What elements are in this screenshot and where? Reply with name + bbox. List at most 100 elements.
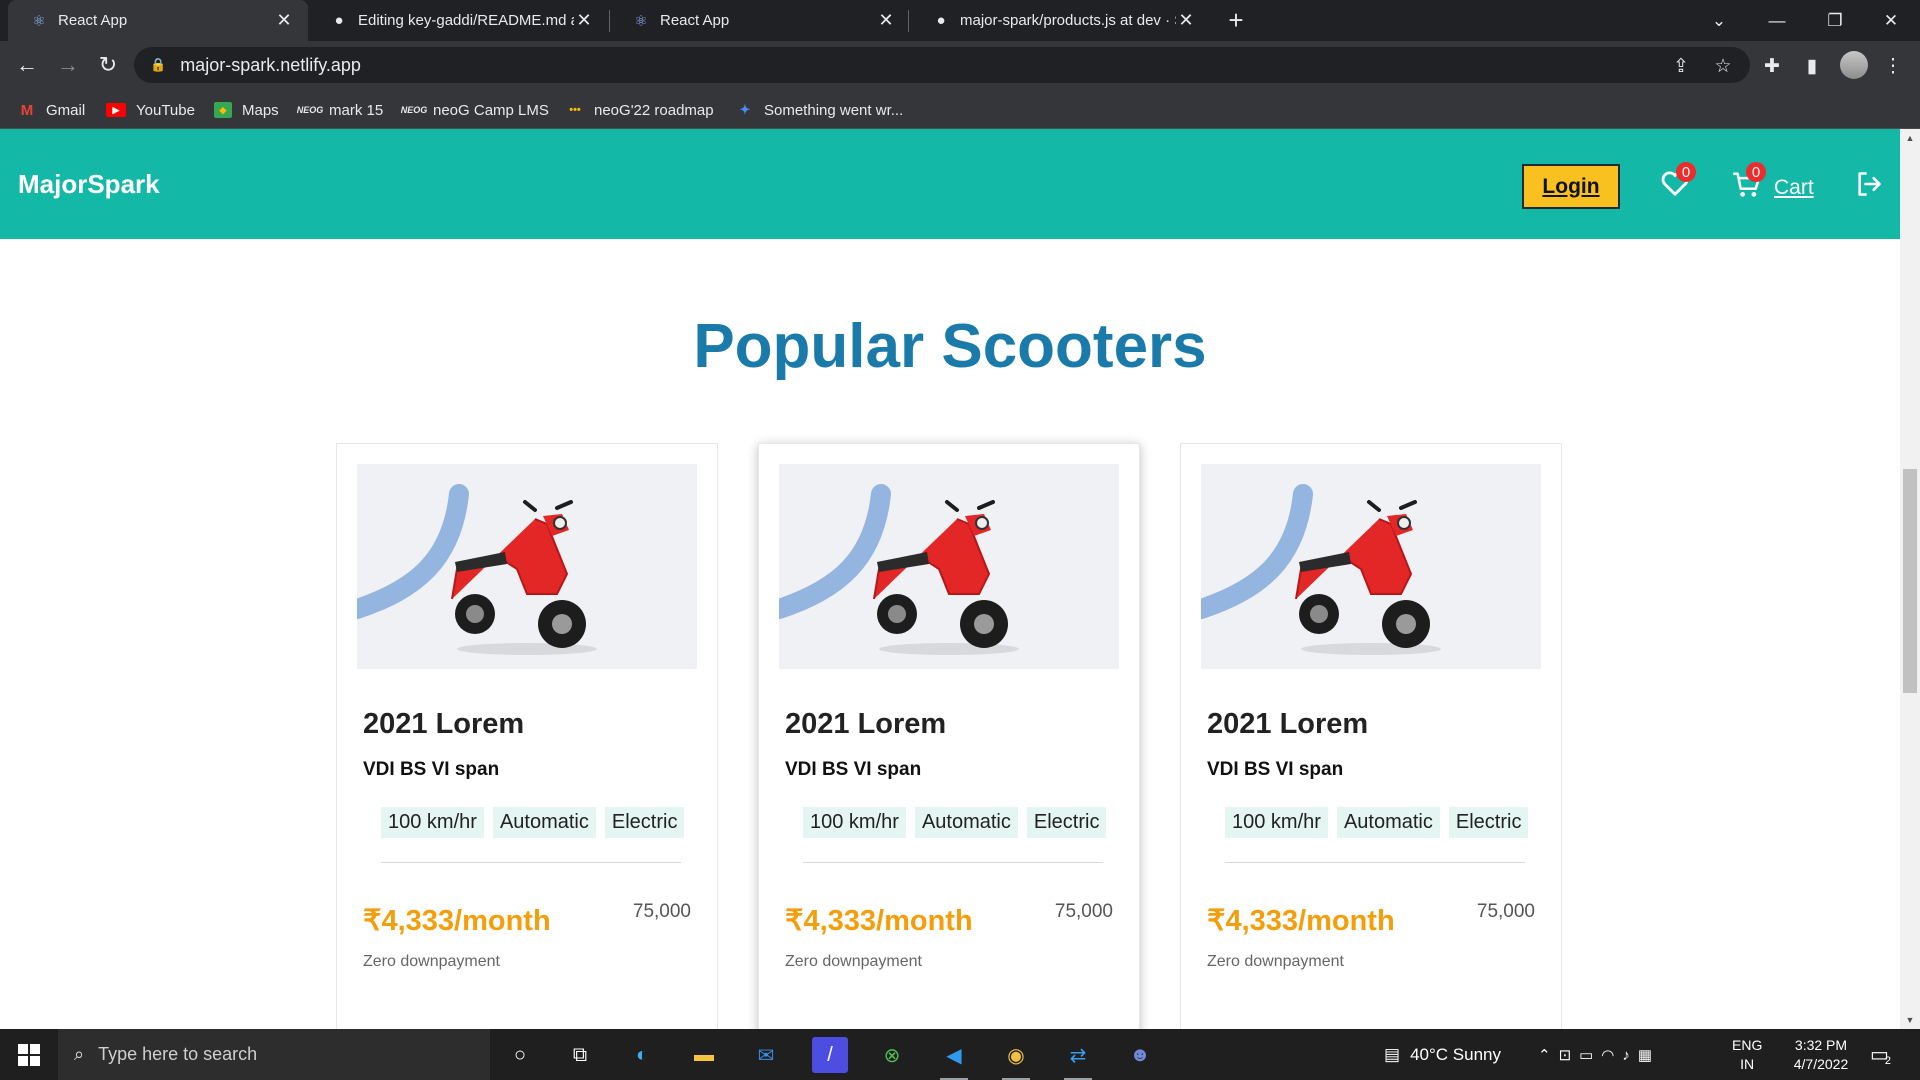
divider <box>1225 862 1525 863</box>
weather-icon: ▤ <box>1384 1044 1401 1064</box>
tab-search-icon[interactable]: ⌄ <box>1690 0 1748 41</box>
bookmark-mark-15[interactable]: NEOG mark 15 <box>297 99 383 121</box>
scrollbar-thumb[interactable] <box>1903 469 1917 693</box>
spec-speed: 100 km/hr <box>1225 807 1328 838</box>
cart-icon[interactable]: 0 <box>1732 162 1766 199</box>
spec-chips: 100 km/hr Automatic Electric <box>803 807 1107 838</box>
menu-icon[interactable]: ⋮ <box>1880 53 1906 79</box>
mail-icon[interactable]: ✉ <box>748 1037 784 1073</box>
product-card[interactable]: 2021 Lorem VDI BS VI span 100 km/hr Auto… <box>758 443 1140 1029</box>
react-icon: ⚛ <box>32 12 46 30</box>
notification-center-icon[interactable]: ▭ 2 <box>1870 1029 1891 1080</box>
weather-widget[interactable]: ▤ 40°C Sunny <box>1384 1029 1501 1080</box>
bookmark-star-icon[interactable]: ☆ <box>1710 53 1736 79</box>
browser-toolbar: ← → ↻ 🔒 major-spark.netlify.app ⇪ ☆ ✚ ▮ … <box>0 41 1920 89</box>
task-view-icon[interactable]: ⧉ <box>562 1037 598 1073</box>
extensions-icon[interactable]: ✚ <box>1759 53 1785 79</box>
page-scrollbar[interactable]: ▲ ▼ <box>1900 129 1920 1029</box>
spec-speed: 100 km/hr <box>803 807 906 838</box>
wishlist-count-badge: 0 <box>1676 162 1696 182</box>
close-icon[interactable]: ✕ <box>274 10 294 31</box>
browser-tab-strip: ⚛ React App ✕ ● Editing key-gaddi/README… <box>0 0 1920 41</box>
tab-react-app-1[interactable]: ⚛ React App ✕ <box>8 0 308 41</box>
bookmark-label: neoG'22 roadmap <box>594 101 714 119</box>
close-icon[interactable]: ✕ <box>876 10 896 31</box>
weather-text: 40°C Sunny <box>1410 1044 1501 1064</box>
address-bar[interactable]: 🔒 major-spark.netlify.app <box>134 47 1750 83</box>
github-icon: ● <box>936 12 946 29</box>
search-placeholder: Type here to search <box>98 1044 258 1064</box>
bookmark-label: YouTube <box>136 101 195 119</box>
product-card[interactable]: 2021 Lorem VDI BS VI span 100 km/hr Auto… <box>1180 443 1562 1029</box>
side-panel-icon[interactable]: ▮ <box>1799 53 1825 79</box>
scroll-up-icon[interactable]: ▲ <box>1905 133 1915 143</box>
tab-title: React App <box>58 12 128 29</box>
full-price: 75,000 <box>1476 901 1535 922</box>
bookmark-label: Something went wr... <box>764 101 904 119</box>
full-price: 75,000 <box>1054 901 1113 922</box>
close-icon[interactable]: ✕ <box>574 10 594 31</box>
github-icon: ● <box>334 12 344 29</box>
downpayment-note: Zero downpayment <box>1207 953 1344 970</box>
bookmark-youtube[interactable]: ▶ YouTube <box>106 99 195 121</box>
bookmark-maps[interactable]: ◆ Maps <box>214 99 279 121</box>
clock[interactable]: 3:32 PM 4/7/2022 <box>1776 1029 1866 1080</box>
bookmark-something-went-wrong[interactable]: ✦ Something went wr... <box>736 99 904 121</box>
app-icon[interactable]: / <box>812 1037 848 1073</box>
full-price: 75,000 <box>632 901 691 922</box>
downpayment-note: Zero downpayment <box>363 953 500 970</box>
close-icon[interactable]: ✕ <box>1176 10 1196 31</box>
back-icon[interactable]: ← <box>13 51 41 79</box>
file-explorer-icon[interactable]: ▬ <box>686 1037 722 1073</box>
xbox-icon[interactable]: ⊗ <box>874 1037 910 1073</box>
site-navbar: MajorSpark Login 0 0 Cart <box>0 129 1900 239</box>
scroll-down-icon[interactable]: ▼ <box>1905 1015 1915 1025</box>
vscode-icon[interactable]: ◀ <box>936 1037 972 1080</box>
bookmark-neog-camp-lms[interactable]: NEOG neoG Camp LMS <box>401 99 549 121</box>
bookmark-neog-roadmap[interactable]: ••• neoG'22 roadmap <box>566 99 714 121</box>
tab-react-app-2[interactable]: ⚛ React App ✕ <box>610 0 910 41</box>
scooter-image <box>357 464 697 669</box>
url-text: major-spark.netlify.app <box>180 54 361 75</box>
divider <box>381 862 681 863</box>
chrome-icon[interactable]: ◉ <box>998 1037 1034 1080</box>
new-tab-button[interactable]: + <box>1222 7 1250 35</box>
spec-chips: 100 km/hr Automatic Electric <box>1225 807 1529 838</box>
product-card[interactable]: 2021 Lorem VDI BS VI span 100 km/hr Auto… <box>336 443 718 1029</box>
tab-title: major-spark/products.js at dev · S <box>960 12 1176 29</box>
taskbar-search[interactable]: ⌕ Type here to search <box>58 1029 490 1080</box>
spec-fuel: Electric <box>1026 807 1107 838</box>
dots-icon: ••• <box>569 104 581 116</box>
window-close-icon[interactable]: ✕ <box>1862 0 1920 41</box>
edge-icon[interactable]: ◐ <box>624 1037 660 1073</box>
wishlist-heart-icon[interactable]: 0 <box>1660 162 1696 197</box>
restore-icon[interactable]: ❐ <box>1806 0 1864 41</box>
login-button[interactable]: Login <box>1522 164 1620 209</box>
teamviewer-icon[interactable]: ⇄ <box>1060 1037 1096 1080</box>
bookmark-gmail[interactable]: M Gmail <box>18 99 85 121</box>
share-icon[interactable]: ⇪ <box>1668 53 1694 79</box>
notification-count: 2 <box>1884 1054 1892 1067</box>
profile-avatar[interactable] <box>1840 51 1868 79</box>
tab-editing-readme[interactable]: ● Editing key-gaddi/README.md a ✕ <box>308 0 608 41</box>
tab-title: React App <box>660 12 730 29</box>
language-indicator[interactable]: ENG IN <box>1732 1029 1762 1080</box>
system-tray-icons[interactable]: ⌃⊡▭◠♪▦ <box>1538 1029 1660 1080</box>
forward-icon[interactable]: → <box>54 51 82 79</box>
minimize-icon[interactable]: — <box>1748 0 1806 41</box>
product-title: 2021 Lorem <box>1207 708 1369 740</box>
discord-icon[interactable]: ☻ <box>1122 1037 1158 1073</box>
section-title: Popular Scooters <box>693 312 1207 381</box>
product-subtitle: VDI BS VI span <box>363 759 500 780</box>
cortana-icon[interactable]: ○ <box>502 1037 538 1073</box>
tab-separator <box>908 10 909 32</box>
bookmarks-bar: M Gmail ▶ YouTube ◆ Maps NEOG mark 15 NE… <box>0 89 1920 129</box>
tab-products-js[interactable]: ● major-spark/products.js at dev · S ✕ <box>910 0 1210 41</box>
scooter-image <box>779 464 1119 669</box>
brand-logo[interactable]: MajorSpark <box>18 169 160 200</box>
react-icon: ⚛ <box>634 12 648 30</box>
logout-icon[interactable] <box>1855 170 1883 198</box>
windows-start-icon[interactable] <box>0 1029 58 1080</box>
cart-link[interactable]: Cart <box>1774 176 1814 200</box>
reload-icon[interactable]: ↻ <box>94 51 122 79</box>
